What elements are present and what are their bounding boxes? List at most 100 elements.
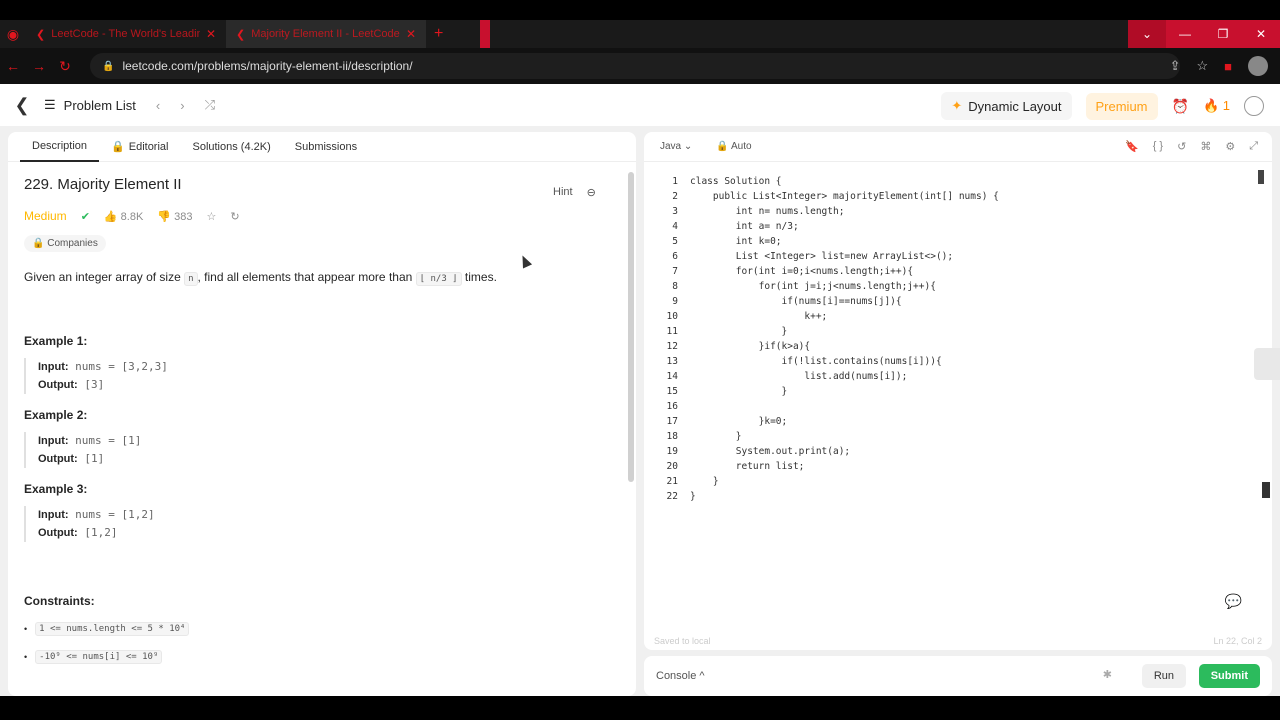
- more-icon[interactable]: ⊖: [587, 186, 596, 199]
- fullscreen-icon[interactable]: ⤢: [1249, 140, 1258, 153]
- language-label: Java: [660, 141, 682, 152]
- settings-gear-icon[interactable]: ⚙: [1225, 140, 1235, 153]
- bookmark-icon[interactable]: 🔖: [1125, 140, 1139, 153]
- line-number: 13: [666, 356, 678, 367]
- new-tab-button[interactable]: +: [434, 25, 443, 43]
- output-label: Output:: [38, 379, 78, 391]
- line-number: 2: [672, 191, 678, 202]
- leetcode-logo-icon[interactable]: ❮: [0, 95, 44, 116]
- next-problem-icon[interactable]: ›: [180, 98, 184, 113]
- command-icon[interactable]: ⌘: [1200, 140, 1211, 153]
- close-icon[interactable]: ✕: [406, 27, 416, 41]
- lock-icon: 🔒: [32, 238, 45, 249]
- line-number: 7: [672, 266, 678, 277]
- tab-title: Majority Element II - LeetCode: [251, 28, 400, 40]
- hint-button[interactable]: Hint: [553, 186, 573, 199]
- line-number: 20: [666, 461, 678, 472]
- code-editor[interactable]: 1 class Solution {2 public List<Integer> …: [644, 172, 1272, 502]
- companies-label: Companies: [47, 238, 98, 249]
- example-heading: Example 2:: [24, 408, 88, 422]
- line-number: 15: [666, 386, 678, 397]
- braces-icon[interactable]: { }: [1153, 140, 1163, 153]
- example-output: [1]: [84, 452, 105, 465]
- editor-scrollbar-thumb[interactable]: [1262, 482, 1270, 498]
- tab-solutions[interactable]: Solutions (4.2K): [180, 132, 282, 162]
- maximize-icon[interactable]: ❐: [1204, 20, 1242, 48]
- profile-avatar[interactable]: [1248, 56, 1268, 76]
- streak-counter[interactable]: 🔥 1: [1203, 98, 1230, 114]
- thumbs-down-icon: 👎: [157, 210, 172, 223]
- code-line: }if(k>a){: [690, 341, 811, 352]
- code-line: }: [690, 386, 788, 397]
- chevron-down-icon[interactable]: ⌄: [1128, 20, 1166, 48]
- minimize-icon[interactable]: —: [1166, 20, 1204, 48]
- close-window-icon[interactable]: ✕: [1242, 20, 1280, 48]
- refresh-icon[interactable]: ↻: [230, 210, 239, 223]
- description-scrollbar[interactable]: [628, 172, 634, 482]
- saved-status: Saved to local: [654, 636, 711, 646]
- problem-list-button[interactable]: ☰ Problem List: [44, 97, 136, 113]
- chat-icon[interactable]: 💬: [1225, 593, 1242, 610]
- shuffle-icon[interactable]: ⤮: [205, 97, 215, 113]
- share-icon[interactable]: ⇪: [1170, 58, 1181, 74]
- chevron-down-icon: ⌄: [683, 141, 693, 152]
- example-3: Example 3: Input: nums = [1,2] Output: [1…: [24, 482, 620, 542]
- code-line: if(nums[i]==nums[j]){: [690, 296, 902, 307]
- favorite-star-icon[interactable]: ☆: [206, 210, 216, 223]
- code-line: k++;: [690, 311, 828, 322]
- output-label: Output:: [38, 527, 78, 539]
- console-toggle[interactable]: Console ^: [656, 670, 705, 682]
- example-input: nums = [1,2]: [75, 508, 155, 521]
- forward-icon[interactable]: →: [26, 58, 52, 74]
- line-number: 9: [672, 296, 678, 307]
- leetcode-favicon-icon: ❮: [236, 28, 246, 41]
- browser-tab-problem[interactable]: ❮ Majority Element II - LeetCode ✕: [226, 20, 426, 48]
- premium-button[interactable]: Premium: [1085, 92, 1158, 120]
- tab-submissions[interactable]: Submissions: [283, 132, 369, 162]
- decorative-strip: [480, 20, 490, 48]
- lock-icon: 🔒: [716, 141, 729, 152]
- prev-problem-icon[interactable]: ‹: [156, 98, 160, 113]
- companies-tag[interactable]: 🔒 Companies: [24, 235, 106, 252]
- code-line: int n= nums.length;: [690, 206, 845, 217]
- cursor-position: Ln 22, Col 2: [1213, 636, 1262, 646]
- star-icon[interactable]: ☆: [1196, 58, 1208, 74]
- run-button[interactable]: Run: [1141, 664, 1186, 688]
- browser-menu-icon[interactable]: ◉: [0, 26, 26, 43]
- lock-icon: 🔒: [102, 60, 115, 72]
- language-select[interactable]: Java ⌄: [660, 141, 692, 152]
- line-number: 10: [666, 311, 678, 322]
- debug-icon[interactable]: ✱: [1103, 668, 1112, 681]
- like-button[interactable]: 👍 8.8K: [104, 210, 143, 223]
- close-icon[interactable]: ✕: [206, 27, 216, 41]
- url-field[interactable]: 🔒 leetcode.com/problems/majority-element-…: [90, 53, 1180, 79]
- code-line: List <Integer> list=new ArrayList<>();: [690, 251, 954, 262]
- constraint-item: • -10⁹ <= nums[i] <= 10⁹: [24, 650, 620, 664]
- editor-scrollbar[interactable]: [1258, 170, 1264, 184]
- browser-tab-leetcode[interactable]: ❮ LeetCode - The World's Leading... ✕: [26, 20, 226, 48]
- submit-button[interactable]: Submit: [1198, 664, 1260, 688]
- auto-mode[interactable]: 🔒 Auto: [716, 141, 751, 152]
- reload-icon[interactable]: ↻: [52, 58, 78, 75]
- side-panel-icon[interactable]: [1254, 348, 1280, 380]
- browser-tabbar: ◉ ❮ LeetCode - The World's Leading... ✕ ❮ M…: [0, 20, 1280, 48]
- console-bar: Console ^ ✱ Run Submit: [644, 656, 1272, 696]
- difficulty-badge: Medium: [24, 209, 67, 223]
- extension-icon[interactable]: ■: [1224, 59, 1232, 74]
- dislike-button[interactable]: 👎 383: [157, 210, 192, 223]
- back-icon[interactable]: ←: [0, 58, 26, 74]
- dynamic-layout-button[interactable]: ✦ Dynamic Layout: [941, 92, 1072, 120]
- code-line: int k=0;: [690, 236, 782, 247]
- tab-editorial[interactable]: 🔒 Editorial: [99, 132, 180, 162]
- line-number: 16: [666, 401, 678, 412]
- line-number: 19: [666, 446, 678, 457]
- sparkle-icon: ✦: [951, 98, 963, 113]
- tab-description[interactable]: Description: [20, 132, 100, 162]
- reset-icon[interactable]: ↺: [1177, 140, 1186, 153]
- example-block: Input: nums = [1] Output: [1]: [24, 432, 620, 468]
- line-number: 5: [672, 236, 678, 247]
- user-avatar[interactable]: [1244, 96, 1264, 116]
- description-content: 229. Majority Element II Medium ✔ 👍 8.8K…: [8, 176, 636, 664]
- top-nav: ❮ ☰ Problem List ‹ › ⤮ ✦ Dynamic Layout Pr…: [0, 84, 1280, 126]
- alarm-icon[interactable]: ⏰: [1172, 98, 1189, 115]
